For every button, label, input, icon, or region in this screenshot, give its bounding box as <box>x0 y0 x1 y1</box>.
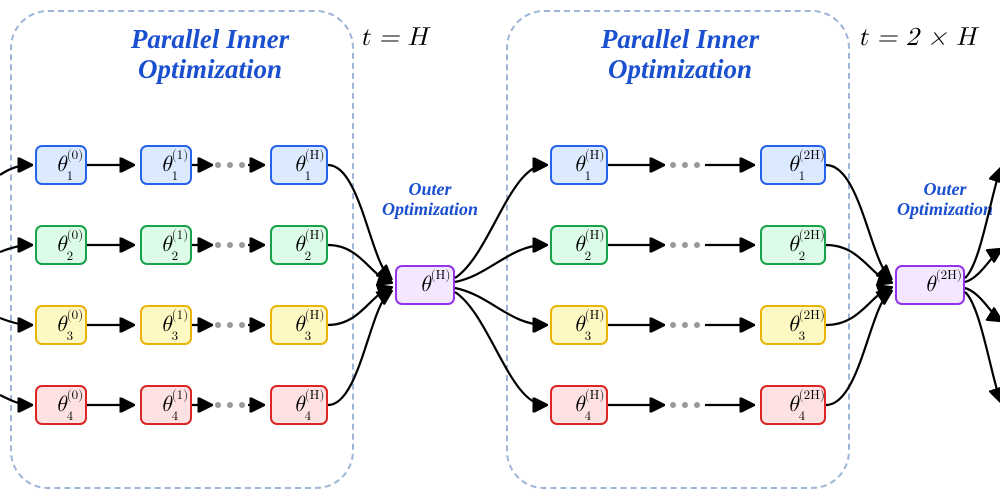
node-b1-r3-c3: θ3(H) <box>270 305 328 345</box>
outer-node-1: θ(H) <box>395 265 455 305</box>
step-label-2: t = 2 × H <box>858 23 976 54</box>
outer-title-1: Outer Optimization <box>370 180 490 220</box>
dots-b1-r2 <box>215 242 245 248</box>
node-b1-r1-c3: θ1(H) <box>270 145 328 185</box>
outer-title-2: Outer Optimization <box>885 180 1000 220</box>
inner-title-1: Parallel Inner Optimization <box>85 25 335 84</box>
node-b2-r1-c1: θ1(H) <box>550 145 608 185</box>
step-label-1: t = H <box>360 23 427 54</box>
dots-b2-r1 <box>670 162 700 168</box>
inner-title-2: Parallel Inner Optimization <box>555 25 805 84</box>
node-b2-r4-c2: θ4(2H) <box>760 385 826 425</box>
dots-b2-r3 <box>670 322 700 328</box>
dots-b2-r4 <box>670 402 700 408</box>
node-b2-r2-c1: θ2(H) <box>550 225 608 265</box>
node-b2-r3-c2: θ3(2H) <box>760 305 826 345</box>
node-b1-r2-c2: θ2(1) <box>140 225 192 265</box>
node-b1-r3-c2: θ3(1) <box>140 305 192 345</box>
dots-b1-r1 <box>215 162 245 168</box>
node-b1-r3-c1: θ3(0) <box>35 305 87 345</box>
node-b1-r2-c1: θ2(0) <box>35 225 87 265</box>
outer-line2: Optimization <box>382 199 478 219</box>
node-b1-r1-c2: θ1(1) <box>140 145 192 185</box>
title-line2: Optimization <box>138 54 282 84</box>
node-b1-r4-c3: θ4(H) <box>270 385 328 425</box>
node-b1-r1-c1: θ1(0) <box>35 145 87 185</box>
title-line1: Parallel Inner <box>131 24 289 54</box>
node-b1-r4-c1: θ4(0) <box>35 385 87 425</box>
node-b2-r4-c1: θ4(H) <box>550 385 608 425</box>
dots-b1-r3 <box>215 322 245 328</box>
node-b2-r2-c2: θ2(2H) <box>760 225 826 265</box>
node-b1-r2-c3: θ2(H) <box>270 225 328 265</box>
outer-line1: Outer <box>408 179 451 199</box>
outer-node-2: θ(2H) <box>895 265 965 305</box>
dots-b2-r2 <box>670 242 700 248</box>
node-b1-r4-c2: θ4(1) <box>140 385 192 425</box>
dots-b1-r4 <box>215 402 245 408</box>
node-b2-r1-c2: θ1(2H) <box>760 145 826 185</box>
node-b2-r3-c1: θ3(H) <box>550 305 608 345</box>
